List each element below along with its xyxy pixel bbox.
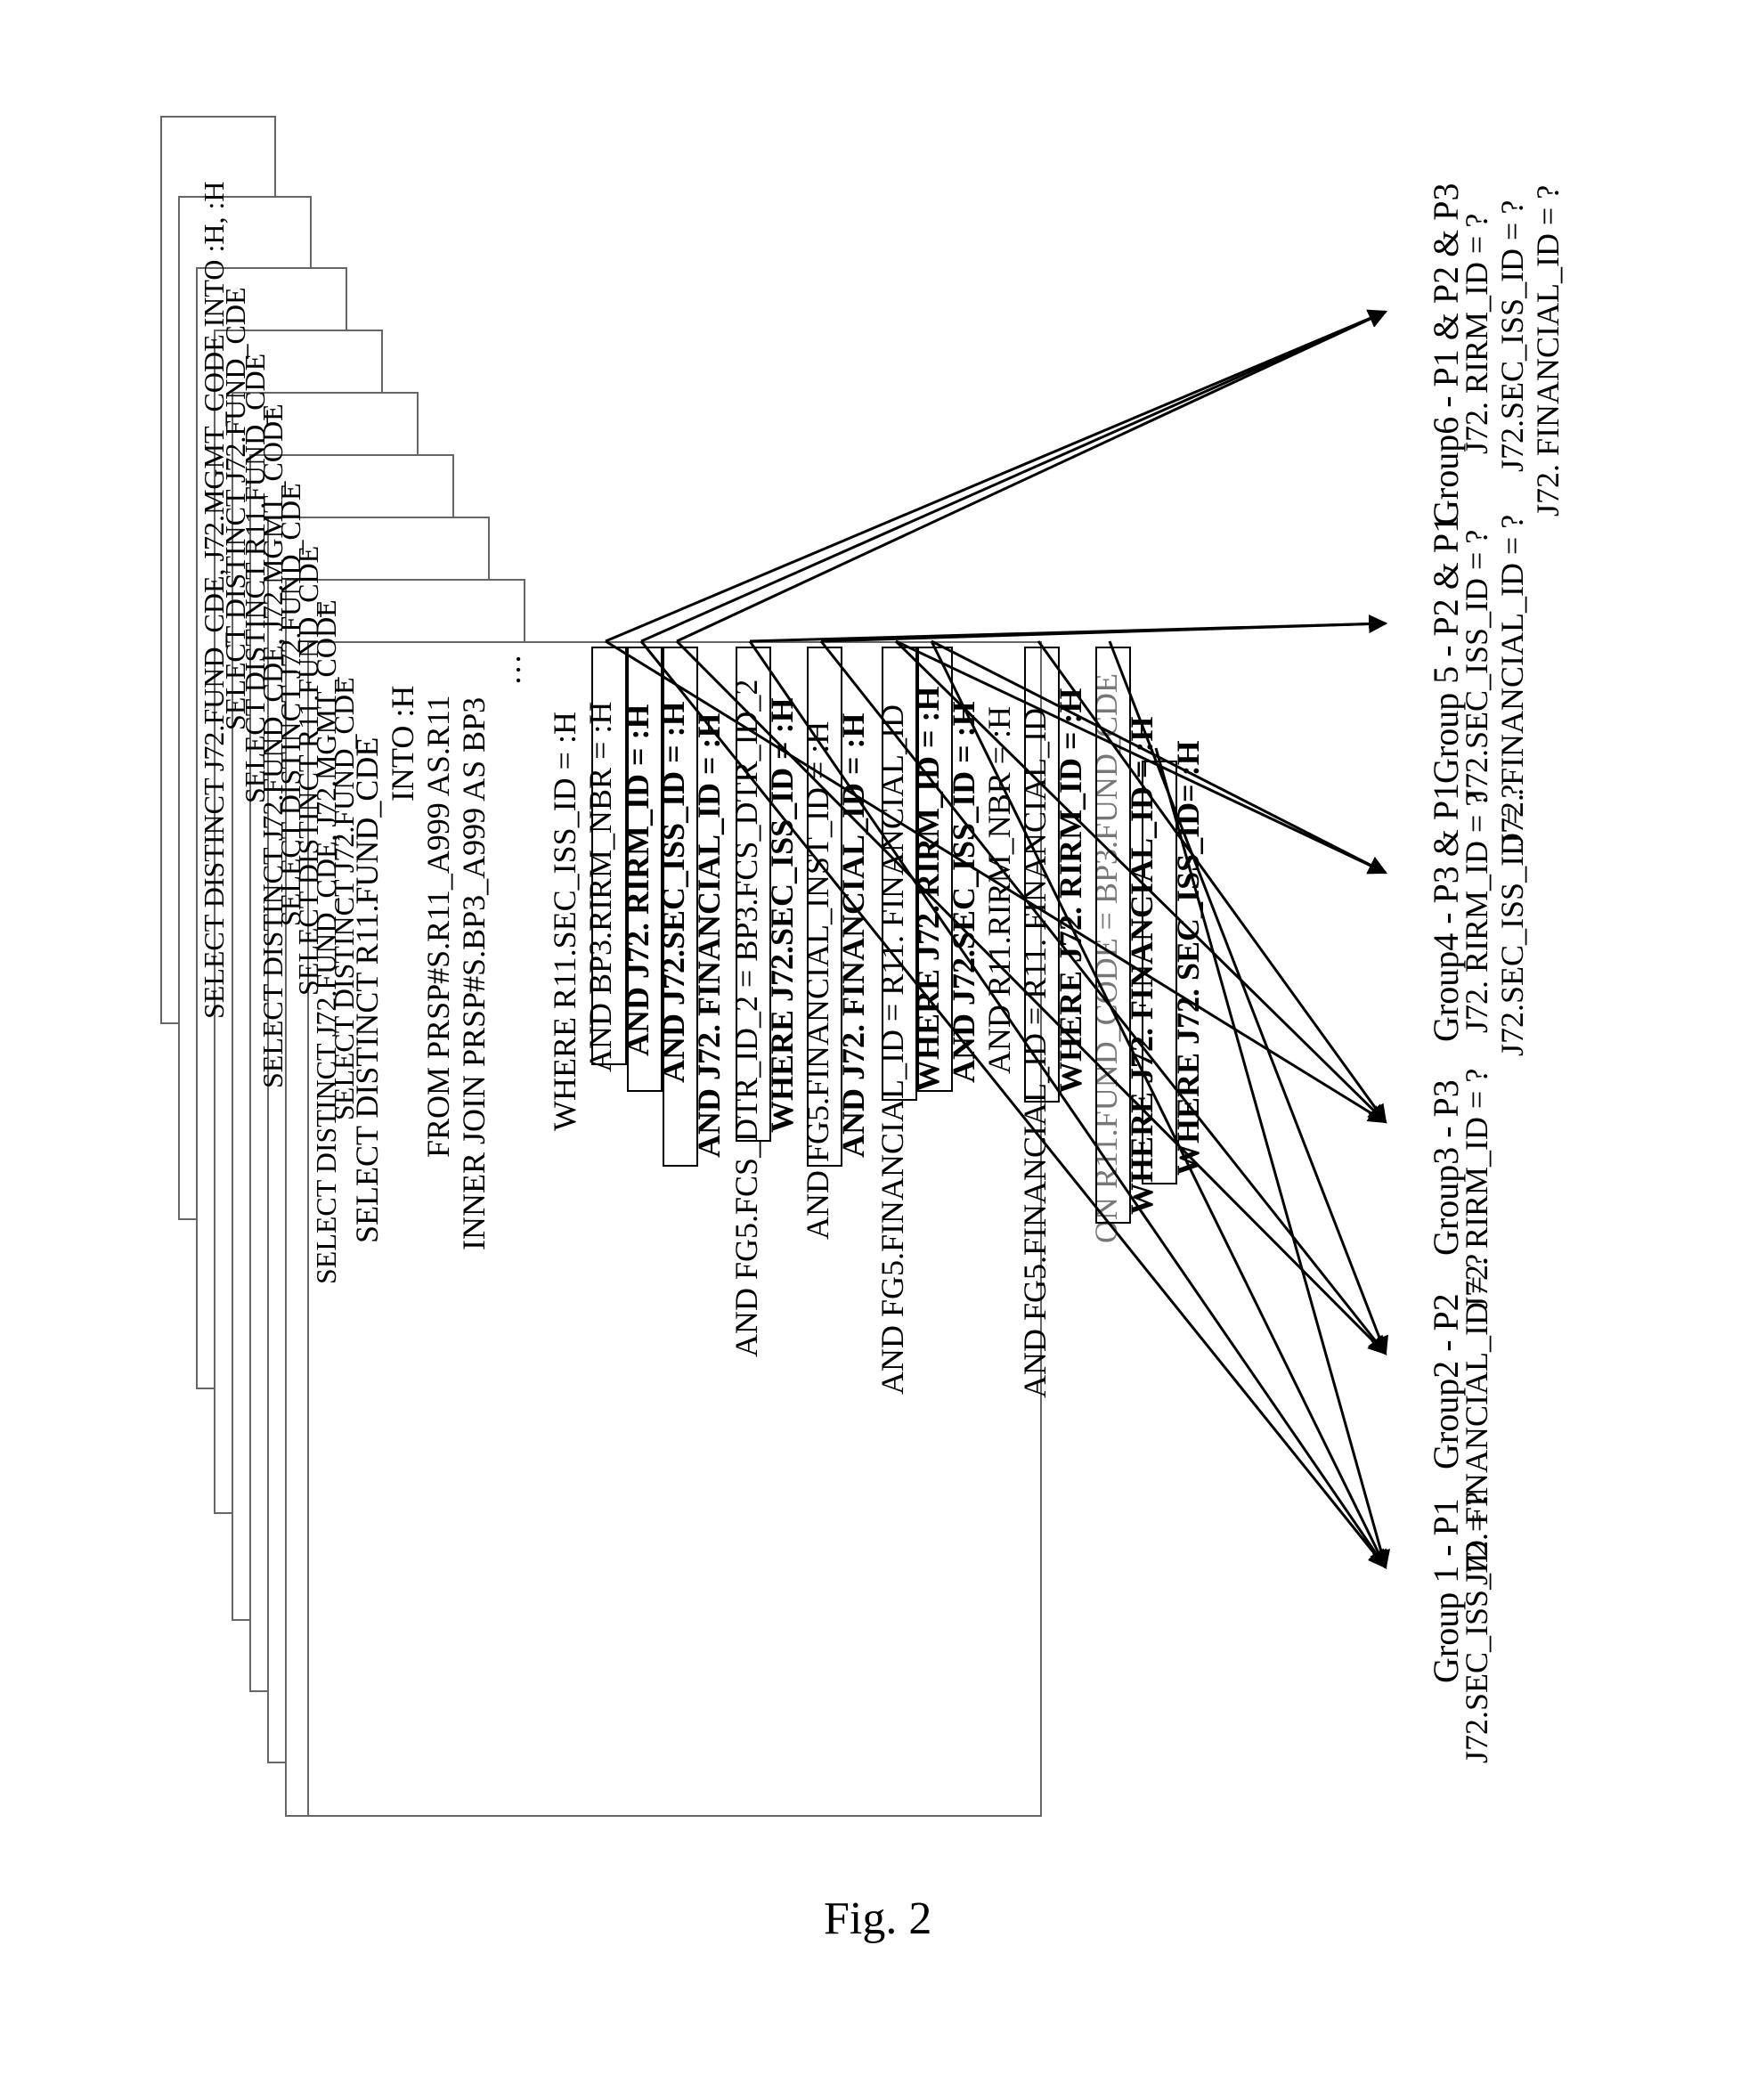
- front-from: FROM PRSP#S.R11_A999 AS.R11: [422, 695, 456, 1158]
- box-p-sec4: [1142, 761, 1177, 1184]
- box-p-rirm: [591, 647, 627, 1065]
- box-p-sec: [627, 647, 663, 1092]
- figure-label: Fig. 2: [824, 1892, 931, 1945]
- group5-pred-1: J72.SEC_ISS_ID = ?: [1460, 530, 1494, 802]
- front-tail4: AND R11.RIRM_NBR = :H: [983, 706, 1017, 1074]
- front-select1: SELECT DISTINCT R11.FUND_CDE: [351, 737, 385, 1243]
- box-p-fin3: [1095, 647, 1131, 1224]
- front-where1: WHERE R11.SEC_ISS_ID = :H: [549, 712, 582, 1131]
- front-ellipsis: …: [493, 654, 527, 686]
- box-p-fin2: [807, 647, 842, 1167]
- figure-label-text: Fig. 2: [824, 1893, 931, 1944]
- front-join: INNER JOIN PRSP#S.BP3_A999 AS BP3: [458, 697, 492, 1250]
- group1-pred-1: J72.SEC_ISS_ID = ?: [1460, 1492, 1494, 1763]
- box-p-sec2: [736, 647, 771, 1142]
- front-select2: INTO :H: [386, 686, 420, 802]
- group4-pred-1: J72. RIRM_ID = ?: [1460, 793, 1494, 1033]
- box-p-fin: [663, 647, 698, 1167]
- group6-pred-1: J72. RIRM_ID = ?: [1460, 214, 1494, 454]
- box-p-sec3: [917, 647, 953, 1092]
- group6-pred-3: J72. FINANCIAL_ID = ?: [1532, 185, 1566, 517]
- figure-page: Fig. 2 SELECT DISTINCT J72.FUND_CDE, J72…: [0, 0, 1757, 2100]
- box-p-rirm3: [1024, 647, 1060, 1103]
- group4-pred-2: J72.SEC_ISS_ID = ?: [1496, 785, 1530, 1056]
- box-p-rirm2: [882, 647, 917, 1101]
- group6-pred-2: J72.SEC_ISS_ID = ?: [1496, 200, 1530, 472]
